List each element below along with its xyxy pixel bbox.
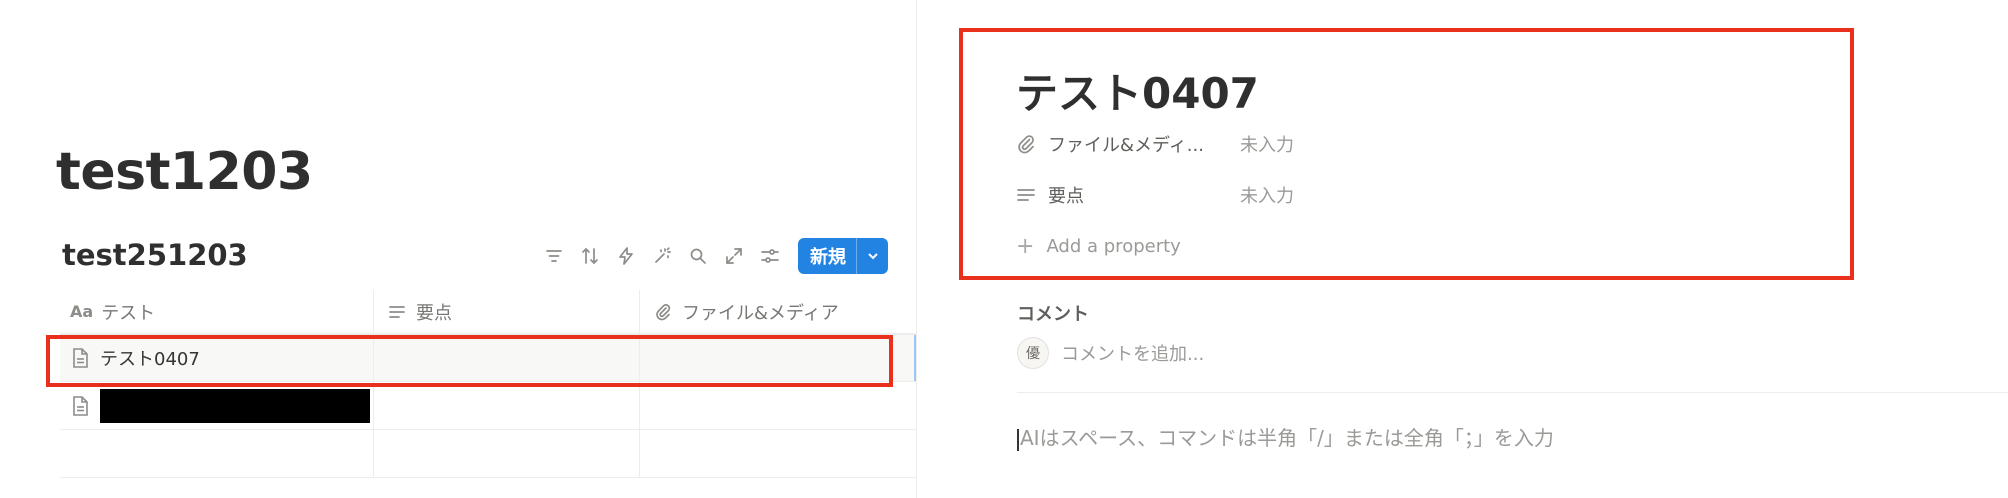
avatar: 優 [1017,337,1049,369]
row-files-cell[interactable] [640,382,916,429]
chevron-down-icon [867,253,878,260]
redacted-title [100,388,370,423]
database-title[interactable]: test251203 [62,238,248,272]
search-icon[interactable] [680,238,716,274]
page-doc-icon [70,395,90,417]
ai-sparkle-icon[interactable] [644,238,680,274]
property-name-label: ファイル&メディ... [1048,135,1204,156]
sort-icon[interactable] [572,238,608,274]
property-name-label: 要点 [1048,186,1084,207]
automation-bolt-icon[interactable] [608,238,644,274]
property-value[interactable]: 未入力 [1240,182,1294,208]
column-header-label: ファイル&メディア [682,302,839,324]
page-body-editor[interactable]: AIはスペース、コマンドは半角「/」または全角「；」を入力 [1017,422,1554,451]
text-caret [1017,428,1019,451]
empty-cell [640,430,916,477]
new-button[interactable]: 新規 [798,238,856,274]
column-header-label: テスト [101,302,156,324]
comment-input[interactable]: コメントを追加... [1061,340,1204,366]
add-property-label: Add a property [1046,235,1181,257]
title-property-icon: Aa [70,302,94,321]
row-title-cell[interactable] [60,382,374,429]
property-name[interactable]: ファイル&メディ... [1016,131,1240,157]
row-title: テスト0407 [100,349,200,370]
paperclip-icon [1018,135,1034,154]
expand-icon[interactable] [716,238,752,274]
comment-row[interactable]: 優 コメントを追加... [1017,336,1204,370]
row-title-cell[interactable]: テスト0407 [60,335,374,381]
text-lines-icon [388,303,406,321]
column-header-files[interactable]: ファイル&メディア [640,290,916,333]
row-summary-cell[interactable] [374,382,640,429]
column-header-summary[interactable]: 要点 [374,290,640,333]
new-button-group: 新規 [798,238,888,274]
table-row[interactable] [60,382,916,430]
table-row-empty [60,430,916,478]
text-lines-icon [1017,189,1035,201]
table-row[interactable]: テスト0407 [60,334,916,382]
property-value[interactable]: 未入力 [1240,131,1294,157]
comments-heading: コメント [1017,304,1089,325]
add-property-button[interactable]: + Add a property [1016,228,1181,264]
database-toolbar: 新規 [536,238,888,274]
page-title: test1203 [56,142,313,202]
property-name[interactable]: 要点 [1016,182,1240,208]
plus-icon: + [1016,233,1035,259]
row-files-cell[interactable] [640,335,916,381]
row-summary-cell[interactable] [374,335,640,381]
property-row-summary[interactable]: 要点 未入力 [1016,177,1294,213]
settings-sliders-icon[interactable] [752,238,788,274]
new-button-dropdown[interactable] [856,238,888,274]
divider [1017,392,2008,393]
page-doc-icon [70,347,90,369]
property-row-files[interactable]: ファイル&メディ... 未入力 [1016,126,1294,162]
paperclip-icon [654,303,672,321]
database-view-pane: test1203 test251203 新規 Aa テスト 要点 ファイル&メデ… [0,0,916,498]
column-header-label: 要点 [416,302,452,324]
table-header-row: Aa テスト 要点 ファイル&メディア [60,290,916,334]
item-title[interactable]: テスト0407 [1016,60,1259,121]
database-table: Aa テスト 要点 ファイル&メディア テスト0407 [60,290,916,478]
body-placeholder: AIはスペース、コマンドは半角「/」または全角「；」を入力 [1020,426,1554,450]
empty-cell [374,430,640,477]
filter-icon[interactable] [536,238,572,274]
column-header-test[interactable]: Aa テスト [60,290,374,333]
empty-cell [60,430,374,477]
